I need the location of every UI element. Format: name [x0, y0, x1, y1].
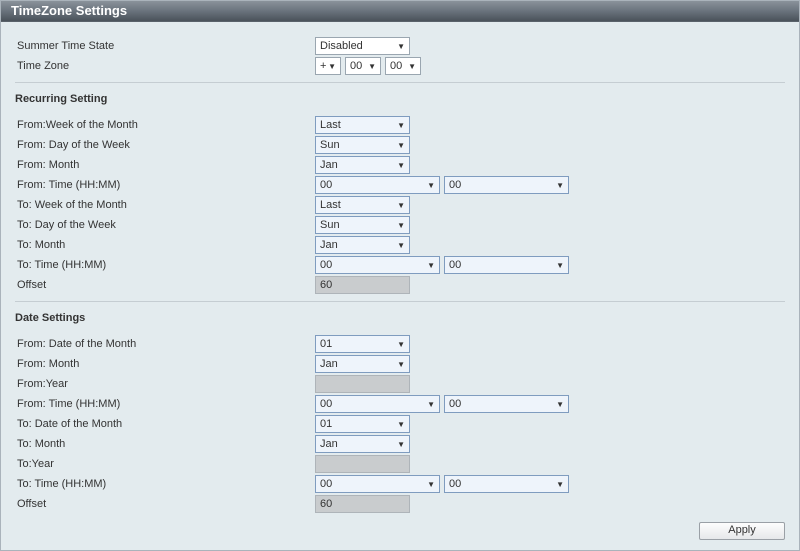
label-rec-to-time: To: Time (HH:MM): [15, 259, 315, 271]
row-time-zone: Time Zone + 00 00: [15, 56, 785, 76]
select-rec-to-time-hh[interactable]: 00: [315, 256, 440, 274]
label-date-to-date: To: Date of the Month: [15, 418, 315, 430]
select-tz-sign[interactable]: +: [315, 57, 341, 75]
select-date-from-time-hh[interactable]: 00: [315, 395, 440, 413]
select-rec-from-time-mm[interactable]: 00: [444, 176, 569, 194]
label-date-to-month: To: Month: [15, 438, 315, 450]
timezone-settings-panel: TimeZone Settings Summer Time State Disa…: [0, 0, 800, 551]
label-date-to-time: To: Time (HH:MM): [15, 478, 315, 490]
label-rec-from-time: From: Time (HH:MM): [15, 179, 315, 191]
label-rec-to-day: To: Day of the Week: [15, 219, 315, 231]
select-date-to-date[interactable]: 01: [315, 415, 410, 433]
page-title: TimeZone Settings: [1, 1, 799, 22]
label-date-from-month: From: Month: [15, 358, 315, 370]
input-rec-offset: 60: [315, 276, 410, 294]
select-tz-hh[interactable]: 00: [345, 57, 381, 75]
select-date-from-time-mm[interactable]: 00: [444, 395, 569, 413]
select-date-to-time-mm[interactable]: 00: [444, 475, 569, 493]
label-rec-from-day: From: Day of the Week: [15, 139, 315, 151]
apply-button[interactable]: Apply: [699, 522, 785, 540]
label-rec-to-week: To: Week of the Month: [15, 199, 315, 211]
content-area: Summer Time State Disabled Time Zone + 0…: [1, 22, 799, 550]
select-date-to-time-hh[interactable]: 00: [315, 475, 440, 493]
select-date-from-date[interactable]: 01: [315, 335, 410, 353]
select-summer-time[interactable]: Disabled: [315, 37, 410, 55]
label-rec-from-month: From: Month: [15, 159, 315, 171]
label-date-from-year: From:Year: [15, 378, 315, 390]
select-rec-from-week[interactable]: Last: [315, 116, 410, 134]
divider: [15, 301, 785, 302]
label-rec-from-week: From:Week of the Month: [15, 119, 315, 131]
section-head-recurring: Recurring Setting: [15, 91, 785, 109]
select-date-from-month[interactable]: Jan: [315, 355, 410, 373]
input-date-offset: 60: [315, 495, 410, 513]
select-rec-to-day[interactable]: Sun: [315, 216, 410, 234]
label-time-zone: Time Zone: [15, 60, 315, 72]
select-rec-from-time-hh[interactable]: 00: [315, 176, 440, 194]
label-date-offset: Offset: [15, 498, 315, 510]
select-date-to-month[interactable]: Jan: [315, 435, 410, 453]
select-rec-to-month[interactable]: Jan: [315, 236, 410, 254]
input-date-from-year: [315, 375, 410, 393]
select-rec-from-day[interactable]: Sun: [315, 136, 410, 154]
select-tz-mm[interactable]: 00: [385, 57, 421, 75]
divider: [15, 82, 785, 83]
input-date-to-year: [315, 455, 410, 473]
select-rec-to-week[interactable]: Last: [315, 196, 410, 214]
label-date-from-time: From: Time (HH:MM): [15, 398, 315, 410]
section-head-date: Date Settings: [15, 310, 785, 328]
label-date-from-date: From: Date of the Month: [15, 338, 315, 350]
row-summer-time: Summer Time State Disabled: [15, 36, 785, 56]
label-rec-to-month: To: Month: [15, 239, 315, 251]
label-rec-offset: Offset: [15, 279, 315, 291]
select-rec-from-month[interactable]: Jan: [315, 156, 410, 174]
select-rec-to-time-mm[interactable]: 00: [444, 256, 569, 274]
label-date-to-year: To:Year: [15, 458, 315, 470]
label-summer-time: Summer Time State: [15, 40, 315, 52]
